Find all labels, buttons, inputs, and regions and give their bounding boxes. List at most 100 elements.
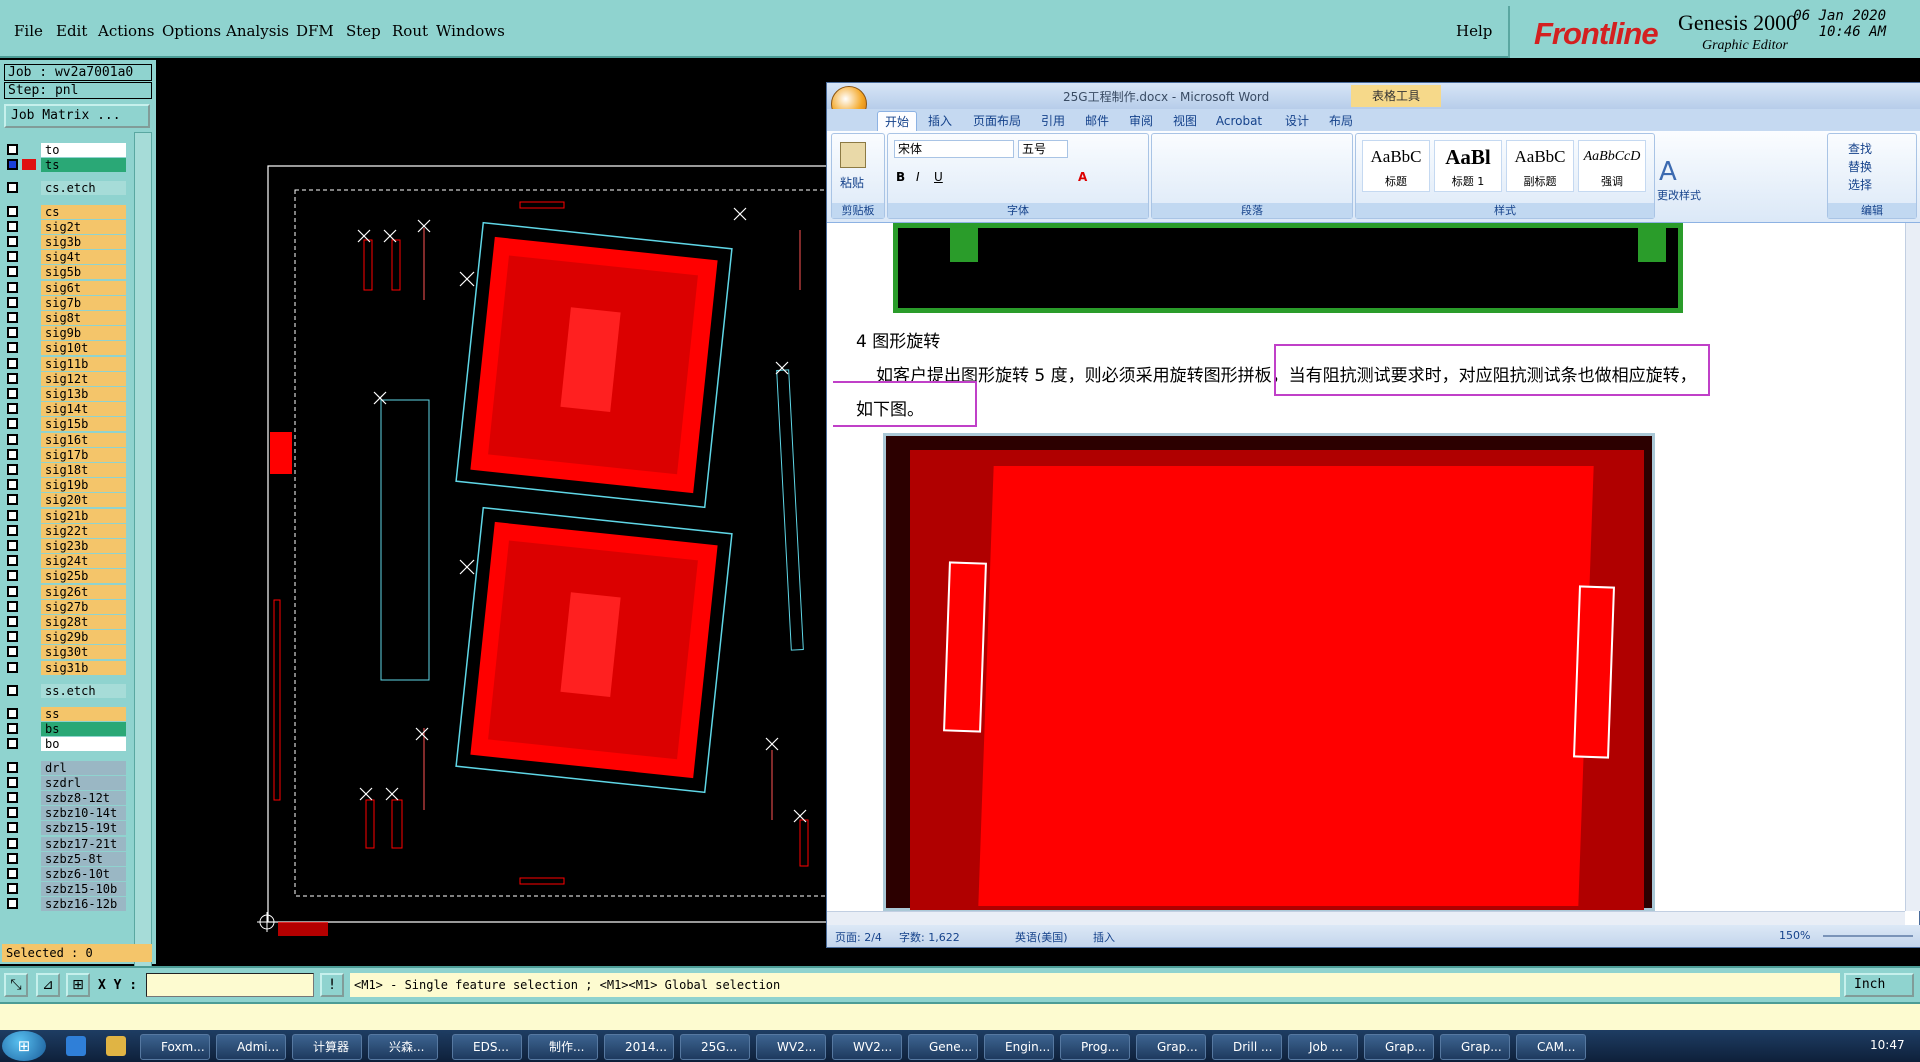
layer-row[interactable]: szbz10-14t bbox=[4, 805, 126, 821]
layer-name[interactable]: sig20t bbox=[41, 493, 126, 508]
layer-name[interactable]: sig8t bbox=[41, 311, 126, 325]
layer-row[interactable]: sig11b bbox=[4, 356, 126, 371]
layer-checkbox[interactable] bbox=[7, 852, 18, 864]
layer-row[interactable]: sig5b bbox=[4, 264, 126, 280]
layer-name[interactable]: sig24t bbox=[41, 554, 126, 569]
taskbar-item[interactable]: 兴森... bbox=[368, 1034, 438, 1060]
layer-checkbox[interactable] bbox=[7, 524, 18, 536]
layer-checkbox[interactable] bbox=[7, 646, 18, 658]
layer-name[interactable]: sig10t bbox=[41, 341, 126, 356]
layer-row[interactable]: sig8t bbox=[4, 310, 126, 325]
layer-checkbox[interactable] bbox=[7, 312, 18, 323]
layer-row[interactable]: to bbox=[4, 142, 126, 157]
layer-name[interactable]: sig16t bbox=[41, 432, 126, 447]
tab-view[interactable]: 视图 bbox=[1165, 111, 1205, 131]
layer-row[interactable]: ss bbox=[4, 706, 126, 721]
tab-home[interactable]: 开始 bbox=[877, 111, 917, 131]
layer-checkbox[interactable] bbox=[7, 342, 18, 354]
layer-row[interactable]: sig20t bbox=[4, 492, 126, 508]
layer-row[interactable]: sig2t bbox=[4, 219, 126, 234]
taskbar-item[interactable]: WV2... bbox=[832, 1034, 902, 1060]
layer-checkbox[interactable] bbox=[7, 266, 18, 278]
paste-label[interactable]: 粘贴 bbox=[840, 174, 864, 191]
layer-name[interactable]: sig21b bbox=[41, 508, 126, 523]
layer-checkbox[interactable] bbox=[7, 236, 18, 247]
layer-checkbox[interactable] bbox=[7, 403, 18, 415]
layer-name[interactable]: sig2t bbox=[41, 219, 126, 234]
tab-design[interactable]: 设计 bbox=[1277, 111, 1317, 131]
paste-icon[interactable] bbox=[840, 142, 866, 168]
taskbar-item[interactable]: Drill ... bbox=[1212, 1034, 1282, 1060]
layer-name[interactable]: sig23b bbox=[41, 539, 126, 553]
layer-row[interactable]: ts bbox=[4, 157, 126, 173]
document-vertical-scrollbar[interactable] bbox=[1905, 223, 1920, 911]
layer-name[interactable]: sig7b bbox=[41, 295, 126, 310]
layer-row[interactable]: sig3b bbox=[4, 234, 126, 249]
layer-row[interactable]: sig25b bbox=[4, 568, 126, 584]
underline-button[interactable]: U bbox=[934, 170, 943, 184]
layer-row[interactable]: szbz15-19t bbox=[4, 820, 126, 836]
layer-name[interactable]: sig19b bbox=[41, 478, 126, 493]
layer-name[interactable]: sig13b bbox=[41, 387, 126, 401]
layer-checkbox[interactable] bbox=[7, 792, 18, 803]
layer-row[interactable]: sig19b bbox=[4, 477, 126, 493]
menu-windows[interactable]: Windows bbox=[436, 22, 505, 40]
taskbar-item[interactable]: EDS... bbox=[452, 1034, 522, 1060]
taskbar-item[interactable]: Job ... bbox=[1288, 1034, 1358, 1060]
layer-row[interactable]: sig30t bbox=[4, 644, 126, 660]
layer-row[interactable]: sig6t bbox=[4, 280, 126, 295]
layer-name[interactable]: sig27b bbox=[41, 599, 126, 614]
zoom-level[interactable]: 150% bbox=[1779, 929, 1810, 942]
layer-checkbox[interactable] bbox=[7, 684, 18, 696]
layer-checkbox[interactable] bbox=[7, 738, 18, 750]
layer-name[interactable]: ss bbox=[41, 707, 126, 721]
layer-name[interactable]: szbz10-14t bbox=[41, 806, 126, 821]
layer-name[interactable]: sig5b bbox=[41, 265, 126, 280]
layer-name[interactable]: sig4t bbox=[41, 250, 126, 265]
layer-name[interactable]: cs bbox=[41, 204, 126, 219]
layer-row[interactable]: szbz8-12t bbox=[4, 790, 126, 805]
measure-tool-icon[interactable]: ⊿ bbox=[36, 973, 60, 997]
layer-checkbox[interactable] bbox=[7, 182, 18, 194]
job-matrix-button[interactable]: Job Matrix ... bbox=[4, 104, 150, 128]
tab-references[interactable]: 引用 bbox=[1033, 111, 1073, 131]
layer-name[interactable]: sig3b bbox=[41, 235, 126, 249]
taskbar-item[interactable]: 25G... bbox=[680, 1034, 750, 1060]
layer-checkbox[interactable] bbox=[7, 661, 18, 673]
document-page[interactable]: 4 图形旋转 如客户提出图形旋转 5 度，则必须采用旋转图形拼板，当有阻抗测试要… bbox=[833, 223, 1905, 911]
tab-review[interactable]: 审阅 bbox=[1121, 111, 1161, 131]
status-words[interactable]: 字数: 1,622 bbox=[899, 929, 960, 945]
taskbar-item[interactable]: Gene... bbox=[908, 1034, 978, 1060]
layer-name[interactable]: sig17b bbox=[41, 447, 126, 462]
layer-name[interactable]: szbz5-8t bbox=[41, 851, 126, 866]
change-styles-label[interactable]: 更改样式 bbox=[1657, 187, 1701, 203]
layer-checkbox[interactable] bbox=[7, 616, 18, 627]
layer-row[interactable]: sig18t bbox=[4, 462, 126, 477]
layer-checkbox[interactable] bbox=[7, 898, 18, 910]
layer-checkbox[interactable] bbox=[7, 708, 18, 719]
layer-name[interactable]: sig26t bbox=[41, 584, 126, 599]
layer-name[interactable]: szbz15-19t bbox=[41, 821, 126, 836]
layer-row[interactable]: szbz17-21t bbox=[4, 836, 126, 851]
layer-row[interactable]: sig22t bbox=[4, 523, 126, 538]
layer-row[interactable]: sig7b bbox=[4, 295, 126, 310]
explorer-icon[interactable] bbox=[106, 1036, 126, 1056]
layer-checkbox[interactable] bbox=[7, 372, 18, 384]
layer-row[interactable]: bs bbox=[4, 721, 126, 737]
menu-file[interactable]: File bbox=[14, 22, 43, 40]
layer-scrollbar[interactable] bbox=[134, 132, 152, 1008]
command-line[interactable] bbox=[0, 1002, 1920, 1030]
layer-row[interactable]: sig15b bbox=[4, 416, 126, 432]
menu-help[interactable]: Help bbox=[1456, 22, 1492, 40]
taskbar-item[interactable]: Grap... bbox=[1364, 1034, 1434, 1060]
layer-checkbox[interactable] bbox=[7, 883, 18, 895]
layer-checkbox[interactable] bbox=[7, 159, 18, 171]
layer-checkbox[interactable] bbox=[7, 761, 18, 773]
menu-actions[interactable]: Actions bbox=[98, 22, 154, 40]
layer-checkbox[interactable] bbox=[7, 296, 18, 308]
layer-name[interactable]: szbz16-12b bbox=[41, 897, 126, 912]
taskbar-item[interactable]: Grap... bbox=[1136, 1034, 1206, 1060]
ie-icon[interactable] bbox=[66, 1036, 86, 1056]
layer-row[interactable]: sig9b bbox=[4, 325, 126, 341]
menu-analysis[interactable]: Analysis bbox=[226, 22, 289, 40]
